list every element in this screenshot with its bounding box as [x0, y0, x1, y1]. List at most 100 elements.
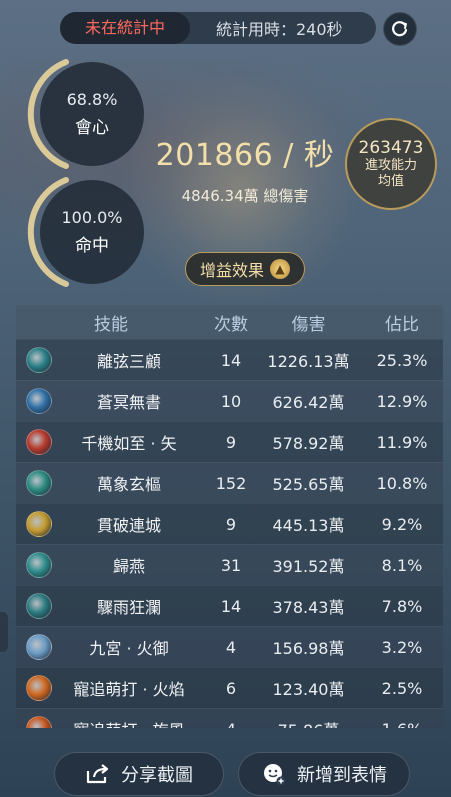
share-icon: [85, 762, 111, 786]
table-row: 寵追萌打 · 火焰 6 123.40萬 2.5%: [16, 667, 443, 708]
damage-cell: 525.65萬: [272, 475, 345, 494]
buff-label: 增益效果: [199, 261, 264, 280]
skill-cell: 蒼冥無書: [16, 388, 206, 414]
damage-cell: 445.13萬: [272, 516, 345, 535]
damage-cell: 578.92萬: [272, 434, 345, 453]
skill-name: 寵追萌打 · 旋風: [52, 717, 206, 728]
stat-time: 統計用時：240秒: [216, 20, 343, 39]
crit-value: 68.8%: [66, 90, 118, 109]
count-cell: 4: [225, 637, 237, 657]
header-count: 次數: [214, 314, 248, 335]
header-damage: 傷害: [291, 314, 326, 335]
orange-fire-icon: [26, 675, 52, 701]
count-cell: 14: [220, 350, 242, 370]
skill-cell: 萬象玄樞: [16, 470, 206, 496]
red-arrows-icon: [26, 429, 52, 455]
attack-sublabel: 均值: [377, 174, 404, 189]
skill-name: 千機如至 · 矢: [81, 434, 177, 453]
refresh-icon: [392, 21, 408, 37]
hit-value: 100.0%: [61, 208, 123, 227]
orange-whirl-icon: [26, 716, 52, 728]
skill-name: 萬象玄樞: [96, 475, 161, 494]
pct-cell: 10.8%: [376, 473, 428, 493]
blue-wind-icon: [26, 388, 52, 414]
teal-swallow-icon: [26, 552, 52, 578]
skill-cell: 離弦三顧: [16, 347, 206, 373]
damage-cell: 156.98萬: [272, 639, 345, 658]
dps-value: 201866 / 秒: [155, 138, 335, 173]
count-cell: 152: [215, 473, 247, 493]
share-screenshot-button[interactable]: 分享截圖: [54, 752, 224, 796]
table-row: 離弦三顧 14 1226.13萬 25.3%: [16, 339, 443, 380]
table-row: 貫破連城 9 445.13萬 9.2%: [16, 503, 443, 544]
hit-label: 命中: [75, 236, 109, 256]
damage-cell: 391.52萬: [272, 557, 345, 576]
status-bar: 未在統計中 統計用時：240秒: [60, 12, 376, 44]
table-row: 歸燕 31 391.52萬 8.1%: [16, 544, 443, 585]
table-body: 離弦三顧 14 1226.13萬 25.3% 蒼冥無書 10 626.42萬 12.9% 千機如…: [16, 339, 443, 728]
add-emoji-label: 新增到表情: [297, 765, 387, 786]
table-header: 技能 次數 傷害 佔比: [16, 305, 443, 339]
status-label: 未在統計中: [60, 12, 190, 44]
table-row: 九宮 · 火御 4 156.98萬 3.2%: [16, 626, 443, 667]
damage-cell: 378.43萬: [272, 598, 345, 617]
skill-name: 歸燕: [112, 557, 145, 576]
header-pct: 佔比: [385, 314, 419, 335]
count-cell: 9: [225, 514, 237, 534]
pct-cell: 9.2%: [381, 514, 423, 534]
damage-cell: 626.42萬: [272, 393, 345, 412]
skill-cell: 寵追萌打 · 火焰: [16, 675, 206, 701]
teal-rain-icon: [26, 593, 52, 619]
side-handle[interactable]: [0, 612, 8, 652]
hit-stat: 100.0% 命中: [40, 180, 144, 284]
pct-cell: 8.1%: [381, 555, 423, 575]
skill-cell: 驟雨狂瀾: [16, 593, 206, 619]
count-cell: 6: [225, 678, 237, 698]
up-arrow-icon: ▲: [270, 259, 290, 279]
buff-effect-button[interactable]: 增益效果 ▲: [185, 252, 305, 286]
skill-name: 寵追萌打 · 火焰: [73, 680, 185, 699]
skill-name: 驟雨狂瀾: [96, 598, 161, 617]
table-row: 萬象玄樞 152 525.65萬 10.8%: [16, 462, 443, 503]
table-row: 千機如至 · 矢 9 578.92萬 11.9%: [16, 421, 443, 462]
skill-cell: 九宮 · 火御: [16, 634, 206, 660]
skill-cell: 歸燕: [16, 552, 206, 578]
skill-name: 離弦三顧: [96, 352, 161, 371]
pct-cell: 1.6%: [361, 720, 443, 729]
gold-feather-icon: [26, 511, 52, 537]
total-damage: 4846.34萬 總傷害: [181, 187, 309, 205]
count-cell: 9: [225, 432, 237, 452]
damage-cell: 123.40萬: [272, 680, 345, 699]
pct-cell: 2.5%: [381, 678, 423, 698]
damage-cell: 1226.13萬: [267, 352, 350, 371]
crit-label: 會心: [75, 118, 109, 138]
skill-cell: 寵追萌打 · 旋風: [16, 716, 206, 728]
pct-cell: 3.2%: [381, 637, 423, 657]
skill-name: 貫破連城: [96, 516, 161, 535]
damage-cell: 75.86萬: [256, 717, 361, 728]
count-cell: 14: [220, 596, 242, 616]
add-emoji-button[interactable]: 新增到表情: [238, 752, 410, 796]
blue-scroll-icon: [26, 634, 52, 660]
table-row: 蒼冥無書 10 626.42萬 12.9%: [16, 380, 443, 421]
count-cell: 10: [220, 391, 242, 411]
teal-arrows-icon: [26, 347, 52, 373]
emoji-add-icon: [261, 762, 287, 786]
attack-label: 進攻能力: [364, 158, 417, 173]
skill-name: 九宮 · 火御: [89, 639, 169, 658]
pct-cell: 12.9%: [376, 391, 428, 411]
skill-table: 技能 次數 傷害 佔比 離弦三顧 14 1226.13萬 25.3% 蒼冥無書 10 626…: [16, 305, 443, 728]
attack-value: 263473: [358, 138, 424, 158]
table-row: 寵追萌打 · 旋風475.86萬1.6%: [16, 708, 443, 728]
pct-cell: 7.8%: [381, 596, 423, 616]
count-cell: 4: [206, 720, 256, 729]
skill-cell: 千機如至 · 矢: [16, 429, 206, 455]
pct-cell: 25.3%: [376, 350, 428, 370]
skill-cell: 貫破連城: [16, 511, 206, 537]
count-cell: 31: [220, 555, 242, 575]
teal-crossbow-icon: [26, 470, 52, 496]
share-label: 分享截圖: [121, 765, 193, 786]
pct-cell: 11.9%: [376, 432, 428, 452]
table-row: 驟雨狂瀾 14 378.43萬 7.8%: [16, 585, 443, 626]
refresh-button[interactable]: [383, 12, 417, 46]
